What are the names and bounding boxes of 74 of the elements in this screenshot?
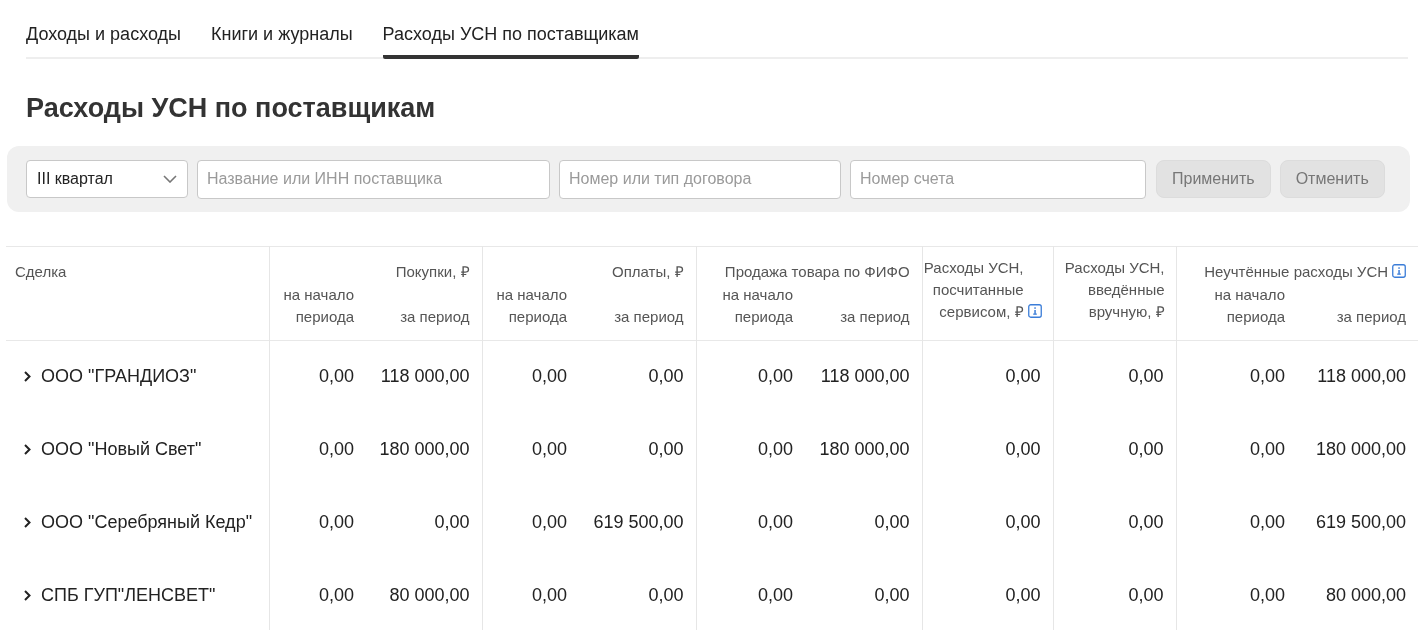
table-cell: 0,00 <box>531 512 567 532</box>
table-cell: 0,00 <box>1128 512 1164 532</box>
table-cell: 0,00 <box>531 585 567 605</box>
table-cell: 0,00 <box>1250 585 1286 605</box>
column-header[interactable]: Сделка <box>15 263 67 280</box>
column-header[interactable]: Продажа товара по ФИФО <box>724 263 910 280</box>
tab[interactable]: Расходы УСН по поставщикам <box>382 0 639 59</box>
info-icon[interactable] <box>1392 264 1407 278</box>
table-cell: 0,00 <box>1128 585 1164 605</box>
table-cell: 619 500,00 <box>593 512 684 532</box>
table-cell: 0,00 <box>1005 439 1041 459</box>
chevron-down-icon <box>163 175 177 183</box>
table-cell: 0,00 <box>648 585 684 605</box>
column-subheader: на начало периода <box>495 284 567 327</box>
table-cell: 180 000,00 <box>379 439 470 459</box>
table-cell: 0,00 <box>1250 366 1286 387</box>
column-subheader: на начало периода <box>1213 284 1286 327</box>
period-dropdown[interactable]: III квартал <box>26 160 188 198</box>
column-subheader: за период <box>614 307 684 325</box>
supplier-name[interactable]: ООО "Новый Свет" <box>41 436 202 463</box>
table-cell: 0,00 <box>648 366 684 387</box>
supplier-name[interactable]: ООО "Серебряный Кедр" <box>41 509 253 536</box>
table-cell: 0,00 <box>874 585 910 605</box>
table-cell: 118 000,00 <box>380 366 470 387</box>
table-cell: 180 000,00 <box>1315 439 1407 459</box>
table-cell: 0,00 <box>758 512 794 532</box>
table-cell: 180 000,00 <box>819 439 910 459</box>
table-cell: 118 000,00 <box>820 366 910 387</box>
search-field[interactable]: Номер счета <box>850 159 1146 199</box>
column-subheader: за период <box>840 307 910 325</box>
table-cell: 0,00 <box>1005 512 1041 532</box>
column-subheader: за период <box>400 307 470 325</box>
table-cell: 0,00 <box>531 439 567 459</box>
table-cell: 0,00 <box>318 585 354 605</box>
column-header[interactable]: Неучтённые расходы УСН <box>1204 263 1389 280</box>
chevron-right-icon[interactable] <box>22 517 33 528</box>
table-cell: 0,00 <box>318 366 354 387</box>
column-header[interactable]: Покупки, ₽ <box>395 263 470 280</box>
table-cell: 0,00 <box>1005 585 1041 605</box>
page-title: Расходы УСН по поставщикам <box>26 92 437 124</box>
column-subheader: за период <box>1336 307 1407 325</box>
chevron-right-icon[interactable] <box>22 371 33 383</box>
column-subheader: на начало периода <box>282 284 354 327</box>
table-cell: 619 500,00 <box>1315 512 1407 532</box>
table-cell: 0,00 <box>318 512 354 532</box>
column-subheader: на начало периода <box>721 284 794 327</box>
table-cell: 0,00 <box>1128 366 1164 387</box>
tab[interactable]: Доходы и расходы <box>26 0 181 59</box>
table-cell: 0,00 <box>758 439 794 459</box>
chevron-right-icon[interactable] <box>22 444 33 455</box>
supplier-name[interactable]: ООО "ГРАНДИОЗ" <box>41 363 197 391</box>
table-cell: 0,00 <box>434 512 470 532</box>
column-header[interactable]: Оплаты, ₽ <box>612 263 684 280</box>
tab[interactable]: Книги и журналы <box>211 0 353 59</box>
table-cell: 0,00 <box>1250 439 1286 459</box>
table-cell: 80 000,00 <box>1326 585 1407 605</box>
table-cell: 118 000,00 <box>1317 366 1407 387</box>
table-cell: 0,00 <box>1250 512 1286 532</box>
table-cell: 0,00 <box>758 366 794 387</box>
column-header[interactable]: Расходы УСН, посчитанные сервисом, ₽ <box>923 257 1024 323</box>
table-cell: 0,00 <box>648 439 684 459</box>
table-cell: 0,00 <box>318 439 354 459</box>
column-header[interactable]: Расходы УСН, введённые вручную, ₽ <box>1053 257 1165 323</box>
table-cell: 0,00 <box>1005 366 1041 387</box>
table-cell: 80 000,00 <box>389 585 470 605</box>
search-field[interactable]: Номер или тип договора <box>559 159 841 199</box>
table-cell: 0,00 <box>531 366 567 387</box>
table-cell: 0,00 <box>874 512 910 532</box>
supplier-name[interactable]: СПБ ГУП"ЛЕНСВЕТ" <box>41 582 216 609</box>
search-field[interactable]: Название или ИНН поставщика <box>197 159 550 199</box>
chevron-right-icon[interactable] <box>22 590 33 601</box>
table-cell: 0,00 <box>758 585 794 605</box>
info-icon[interactable] <box>1027 304 1042 318</box>
table-cell: 0,00 <box>1128 439 1164 459</box>
